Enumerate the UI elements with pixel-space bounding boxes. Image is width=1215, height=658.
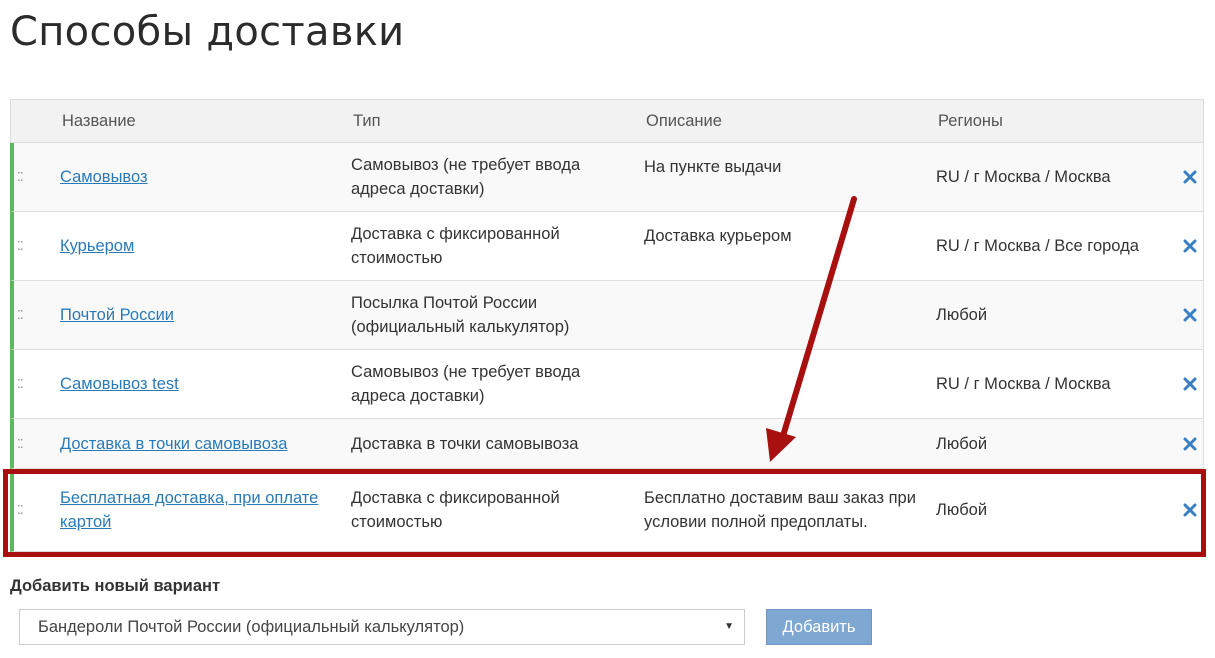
- table-body: ⁚⁚ Самовывоз Самовывоз (не требует ввода…: [10, 143, 1203, 552]
- page: Способы доставки Название Тип Описание Р…: [0, 0, 1215, 658]
- header-type: Тип: [353, 112, 381, 130]
- drag-handle-icon[interactable]: ⁚⁚: [17, 171, 27, 183]
- add-section-title: Добавить новый вариант: [10, 577, 221, 595]
- delivery-name-link[interactable]: Курьером: [60, 234, 342, 258]
- delivery-type: Доставка в точки самовывоза: [351, 434, 579, 453]
- delivery-type: Доставка с фиксированной стоимостью: [351, 225, 560, 267]
- drag-handle-icon[interactable]: ⁚⁚: [17, 378, 27, 390]
- close-icon[interactable]: [1183, 239, 1197, 253]
- delivery-name-link[interactable]: Доставка в точки самовывоза: [60, 432, 342, 456]
- delivery-name-link[interactable]: Самовывоз: [60, 165, 342, 189]
- delivery-regions: RU / г Москва / Москва: [936, 168, 1111, 186]
- delivery-name-link[interactable]: Бесплатная доставка, при оплате картой: [60, 486, 342, 534]
- delivery-description: Доставка курьером: [644, 227, 792, 245]
- close-icon[interactable]: [1183, 437, 1197, 451]
- table-row: ⁚⁚ Доставка в точки самовывоза Доставка …: [10, 419, 1203, 469]
- delivery-regions: RU / г Москва / Все города: [936, 237, 1139, 255]
- drag-handle-icon[interactable]: ⁚⁚: [17, 438, 27, 450]
- header-regions: Регионы: [938, 112, 1003, 130]
- page-title: Способы доставки: [10, 9, 405, 55]
- drag-handle-icon[interactable]: ⁚⁚: [17, 240, 27, 252]
- table-row: ⁚⁚ Самовывоз Самовывоз (не требует ввода…: [10, 143, 1203, 212]
- table-header: Название Тип Описание Регионы: [11, 100, 1203, 143]
- table-row: ⁚⁚ Курьером Доставка с фиксированной сто…: [10, 212, 1203, 281]
- drag-handle-icon[interactable]: ⁚⁚: [17, 504, 27, 516]
- close-icon[interactable]: [1183, 503, 1197, 517]
- delivery-name-link[interactable]: Почтой России: [60, 303, 342, 327]
- header-name: Название: [62, 112, 136, 130]
- select-value: Бандероли Почтой России (официальный кал…: [38, 618, 465, 636]
- delivery-regions: Любой: [936, 501, 988, 519]
- delivery-type: Самовывоз (не требует ввода адреса доста…: [351, 363, 581, 405]
- close-icon[interactable]: [1183, 170, 1197, 184]
- delivery-methods-table: Название Тип Описание Регионы ⁚⁚ Самовыв…: [10, 99, 1204, 553]
- delivery-regions: RU / г Москва / Москва: [936, 375, 1111, 393]
- table-row: ⁚⁚ Самовывоз test Самовывоз (не требует …: [10, 350, 1203, 419]
- add-button[interactable]: Добавить: [766, 609, 872, 645]
- delivery-description: Бесплатно доставим ваш заказ при условии…: [644, 489, 916, 531]
- header-description: Описание: [646, 112, 722, 130]
- drag-handle-icon[interactable]: ⁚⁚: [17, 309, 27, 321]
- delivery-regions: Любой: [936, 306, 988, 324]
- delivery-type-select[interactable]: Бандероли Почтой России (официальный кал…: [19, 609, 745, 645]
- close-icon[interactable]: [1183, 308, 1197, 322]
- delivery-type: Самовывоз (не требует ввода адреса доста…: [351, 156, 581, 198]
- delivery-name-link[interactable]: Самовывоз test: [60, 372, 342, 396]
- delivery-type: Доставка с фиксированной стоимостью: [351, 489, 560, 531]
- delivery-type: Посылка Почтой России (официальный кальк…: [351, 294, 570, 336]
- delivery-description: На пункте выдачи: [644, 158, 782, 176]
- table-row: ⁚⁚ Бесплатная доставка, при оплате карто…: [10, 469, 1203, 552]
- caret-down-icon: ▼: [724, 621, 734, 632]
- close-icon[interactable]: [1183, 377, 1197, 391]
- table-row: ⁚⁚ Почтой России Посылка Почтой России (…: [10, 281, 1203, 350]
- delivery-regions: Любой: [936, 434, 988, 453]
